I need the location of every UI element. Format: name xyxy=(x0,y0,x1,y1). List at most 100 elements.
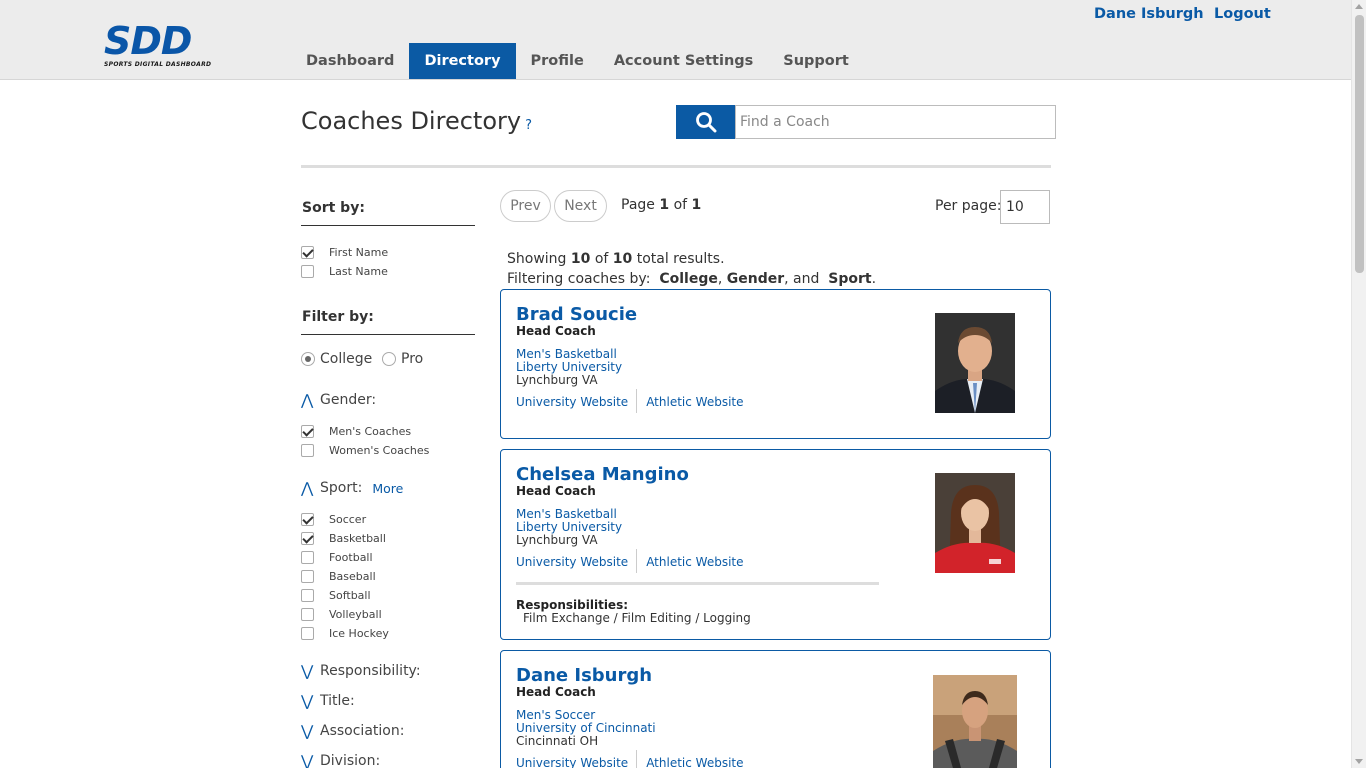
sport-baseball[interactable]: Baseball xyxy=(301,568,376,584)
nav-support[interactable]: Support xyxy=(768,43,864,79)
athletic-website-link[interactable]: Athletic Website xyxy=(646,395,751,413)
responsibility-heading: Responsibility: xyxy=(320,663,421,679)
sport-softball[interactable]: Softball xyxy=(301,587,371,603)
checkbox[interactable] xyxy=(301,626,314,640)
university-website-link[interactable]: University Website xyxy=(516,395,636,413)
link-separator xyxy=(636,549,638,573)
coach-name-link[interactable]: Chelsea Mangino xyxy=(516,464,689,485)
radio-button[interactable] xyxy=(382,352,396,366)
sport-football[interactable]: Football xyxy=(301,549,373,565)
sport-basketball[interactable]: Basketball xyxy=(301,530,386,546)
results-count: 10 xyxy=(570,251,591,267)
nav-profile[interactable]: Profile xyxy=(516,43,599,79)
athletic-website-link[interactable]: Athletic Website xyxy=(646,555,751,573)
search-button[interactable] xyxy=(676,105,736,139)
card-divider xyxy=(516,582,879,585)
title-divider xyxy=(301,165,1051,168)
results-suffix: total results. xyxy=(636,251,725,267)
coach-team-link[interactable]: Men's Basketball xyxy=(516,507,617,521)
showing-word: Showing xyxy=(507,251,567,267)
checkbox[interactable] xyxy=(301,531,314,545)
title-heading: Title: xyxy=(320,693,355,709)
filter-college: College xyxy=(659,271,718,287)
checkbox[interactable] xyxy=(301,607,314,621)
title-section-toggle[interactable]: ⋁ Title: xyxy=(301,692,355,710)
coach-links: University Website Athletic Website xyxy=(516,389,752,413)
association-section-toggle[interactable]: ⋁ Association: xyxy=(301,722,404,740)
scroll-down-arrow-icon[interactable] xyxy=(1355,759,1363,764)
university-website-link[interactable]: University Website xyxy=(516,756,636,768)
radio-button[interactable] xyxy=(301,352,315,366)
coach-school-link[interactable]: Liberty University xyxy=(516,520,622,534)
university-website-link[interactable]: University Website xyxy=(516,555,636,573)
sort-last-name[interactable]: Last Name xyxy=(301,263,388,279)
coach-team-link[interactable]: Men's Basketball xyxy=(516,347,617,361)
checkbox[interactable] xyxy=(301,588,314,602)
page-title: Coaches Directory? xyxy=(301,107,532,135)
coach-name-link[interactable]: Dane Isburgh xyxy=(516,665,652,686)
coach-card: Brad Soucie Head Coach Men's Basketball … xyxy=(500,289,1051,439)
checkbox-label: Volleyball xyxy=(329,607,382,621)
chevron-up-icon: ⋀ xyxy=(301,391,314,409)
gender-womens-coaches[interactable]: Women's Coaches xyxy=(301,442,429,458)
sort-first-name[interactable]: First Name xyxy=(301,244,388,260)
level-college[interactable]: College xyxy=(301,351,372,367)
level-pro[interactable]: Pro xyxy=(382,351,423,367)
coach-school-link[interactable]: Liberty University xyxy=(516,360,622,374)
coach-name-link[interactable]: Brad Soucie xyxy=(516,304,637,325)
coach-location: Lynchburg VA xyxy=(516,533,598,547)
sport-soccer[interactable]: Soccer xyxy=(301,511,366,527)
checkbox[interactable] xyxy=(301,569,314,583)
checkbox[interactable] xyxy=(301,424,314,438)
scrollbar-thumb[interactable] xyxy=(1355,15,1364,273)
gender-mens-coaches[interactable]: Men's Coaches xyxy=(301,423,411,439)
checkbox[interactable] xyxy=(301,245,314,259)
sort-divider xyxy=(301,225,475,226)
sort-by-heading: Sort by: xyxy=(302,200,365,216)
sport-volleyball[interactable]: Volleyball xyxy=(301,606,382,622)
gender-section-toggle[interactable]: ⋀ Gender: xyxy=(301,391,376,409)
checkbox[interactable] xyxy=(301,443,314,457)
per-page-input[interactable] xyxy=(1000,190,1050,224)
user-name-link[interactable]: Dane Isburgh xyxy=(1094,6,1204,22)
checkbox[interactable] xyxy=(301,264,314,278)
coach-title: Head Coach xyxy=(516,685,596,699)
results-summary: Showing 10 of 10 total results. xyxy=(507,251,725,267)
scroll-up-arrow-icon[interactable] xyxy=(1355,4,1363,9)
checkbox-label: Women's Coaches xyxy=(329,443,430,457)
coach-search-input[interactable] xyxy=(735,105,1056,139)
nav-directory[interactable]: Directory xyxy=(409,43,516,79)
nav-account-settings[interactable]: Account Settings xyxy=(599,43,768,79)
responsibility-section-toggle[interactable]: ⋁ Responsibility: xyxy=(301,662,421,680)
nav-dashboard[interactable]: Dashboard xyxy=(291,43,409,79)
help-link[interactable]: ? xyxy=(525,118,532,133)
radio-label: Pro xyxy=(401,351,424,367)
sport-more-link[interactable]: More xyxy=(372,481,403,496)
chevron-down-icon: ⋁ xyxy=(301,692,314,710)
coach-team-link[interactable]: Men's Soccer xyxy=(516,708,595,722)
checkbox-label: Football xyxy=(329,550,373,564)
chevron-down-icon: ⋁ xyxy=(301,752,314,768)
logout-link[interactable]: Logout xyxy=(1214,6,1271,22)
checkbox[interactable] xyxy=(301,512,314,526)
next-page-button[interactable]: Next xyxy=(554,190,607,222)
filter-and: , and xyxy=(784,271,820,287)
page-title-text: Coaches Directory xyxy=(301,107,522,135)
checkbox[interactable] xyxy=(301,550,314,564)
division-heading: Division: xyxy=(320,753,381,768)
athletic-website-link[interactable]: Athletic Website xyxy=(646,756,751,768)
coach-links: University Website Athletic Website xyxy=(516,750,752,768)
page-scrollbar[interactable] xyxy=(1351,0,1366,768)
sport-section-toggle[interactable]: ⋀ Sport: More xyxy=(301,479,403,497)
sport-ice-hockey[interactable]: Ice Hockey xyxy=(301,625,389,641)
filter-gender: Gender xyxy=(726,271,785,287)
page-indicator: Page 1 of 1 xyxy=(621,197,701,213)
sdd-logo[interactable]: SDD SPORTS DIGITAL DASHBOARD xyxy=(104,20,252,72)
division-section-toggle[interactable]: ⋁ Division: xyxy=(301,752,380,768)
coach-card: Dane Isburgh Head Coach Men's Soccer Uni… xyxy=(500,650,1051,768)
coach-school-link[interactable]: University of Cincinnati xyxy=(516,721,656,735)
page-word: Page xyxy=(621,197,655,213)
prev-page-button[interactable]: Prev xyxy=(500,190,551,222)
link-separator xyxy=(636,389,638,413)
association-heading: Association: xyxy=(320,723,405,739)
